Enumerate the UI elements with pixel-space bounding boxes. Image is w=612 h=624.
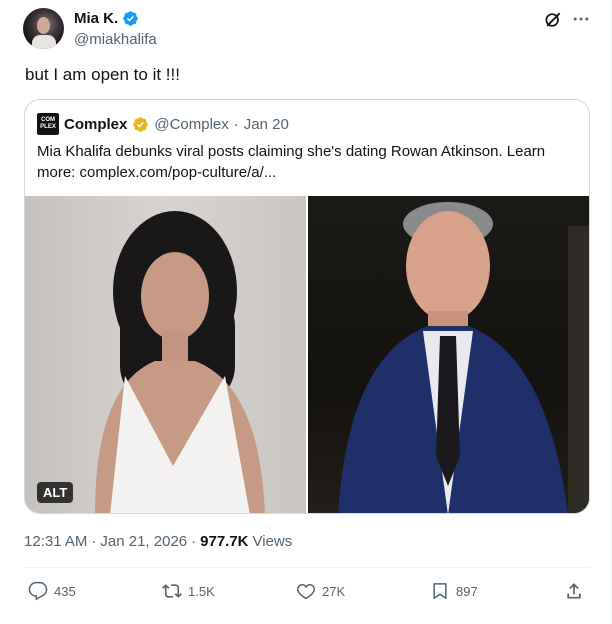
author-avatar[interactable] [23,8,64,49]
quoted-tweet-header: COM PLEX Complex @Complex · Jan 20 [37,113,289,135]
more-options-icon[interactable] [571,9,591,29]
action-bar: 435 1.5K 27K 897 [24,581,590,605]
gold-verified-badge-icon[interactable] [132,116,149,133]
repost-count: 1.5K [188,583,215,599]
tweet-meta: 12:31 AM · Jan 21, 2026 · 977.7K Views [24,533,292,550]
repost-button[interactable]: 1.5K [162,581,215,601]
meta-separator-1: · [91,533,97,550]
bookmark-button[interactable]: 897 [430,581,478,601]
share-button[interactable] [564,581,584,601]
avatar-face [37,17,50,34]
quoted-date[interactable]: Jan 20 [244,116,289,133]
alt-text-button[interactable]: ALT [37,482,74,503]
woman-illustration [95,211,265,513]
reply-icon [28,581,48,601]
quoted-handle[interactable]: @Complex [154,116,228,133]
divider [24,567,590,568]
meta-separator-2: · [191,533,197,550]
author-name-row: Mia K. [74,10,139,27]
reply-count: 435 [54,583,76,599]
verified-badge-icon[interactable] [122,10,139,27]
grok-icon[interactable] [543,10,563,30]
bookmark-count: 897 [456,583,478,599]
tweet-time[interactable]: 12:31 AM [24,533,87,550]
quoted-tweet-text: Mia Khalifa debunks viral posts claiming… [37,143,546,181]
tweet-date[interactable]: Jan 21, 2026 [100,533,187,550]
tweet-card: Mia K. @miakhalifa but I am open to it !… [0,0,612,624]
share-icon [567,583,581,599]
tweet-text: but I am open to it !!! [25,65,180,84]
man-illustration [338,202,589,513]
repost-icon [162,584,182,598]
avatar-body [32,35,56,49]
complex-logo[interactable]: COM PLEX [37,113,59,135]
quoted-tweet[interactable]: COM PLEX Complex @Complex · Jan 20 Mia K… [24,99,590,514]
photo-woman-white-dress[interactable]: ALT [25,196,306,513]
photo-man-navy-suit[interactable] [308,196,589,513]
like-button[interactable]: 27K [296,581,345,601]
views-count: 977.7K [200,533,249,550]
heart-icon [296,583,316,600]
author-handle[interactable]: @miakhalifa [74,31,157,48]
reply-button[interactable]: 435 [28,581,76,601]
views-label: Views [252,533,293,550]
bookmark-icon [433,583,447,600]
quoted-display-name[interactable]: Complex [64,116,127,133]
quoted-media[interactable]: ALT [25,196,589,513]
quoted-separator: · [233,115,239,133]
like-count: 27K [322,583,346,599]
author-display-name[interactable]: Mia K. [74,10,118,27]
